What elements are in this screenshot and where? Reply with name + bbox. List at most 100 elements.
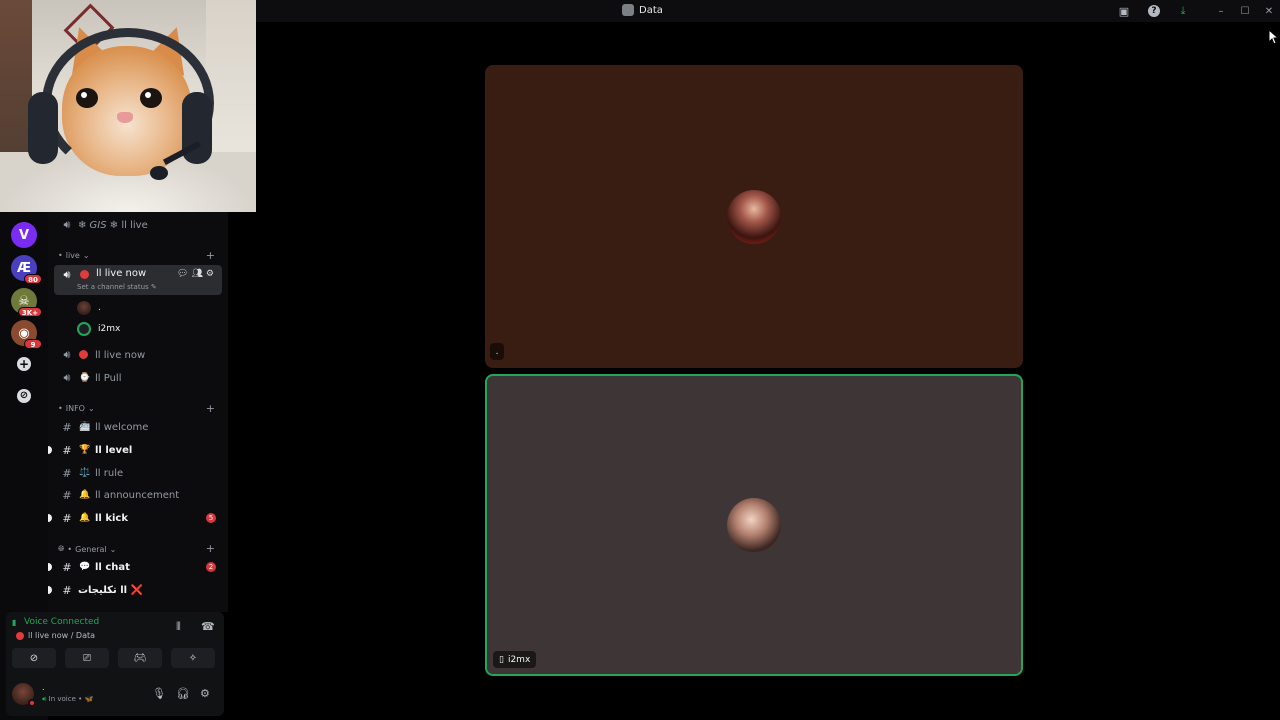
headset-earcup xyxy=(28,92,58,164)
category-info[interactable]: • INFO ⌄ xyxy=(58,404,95,413)
soundboard-button[interactable]: ✧ xyxy=(171,648,215,668)
channel-name: اا Pull xyxy=(95,372,122,384)
channel-rule[interactable]: # ⚖️ اا rule xyxy=(48,463,228,483)
participant-tile-speaking[interactable]: ▯ i2mx xyxy=(485,374,1023,676)
add-server-icon[interactable]: + xyxy=(11,351,37,377)
chevron-down-icon: ⌄ xyxy=(109,544,117,554)
headset-mic xyxy=(150,166,168,180)
mention-badge: 3K+ xyxy=(17,307,42,317)
hashtag-icon: # xyxy=(62,466,72,480)
inbox-icon[interactable]: ▣ xyxy=(1117,4,1131,18)
explore-icon[interactable]: ⊘ xyxy=(11,383,37,409)
channel-level[interactable]: # 🏆 اا level xyxy=(48,440,228,460)
mention-badge: 9 xyxy=(24,339,42,349)
channel-name: اا welcome xyxy=(95,421,149,433)
channel-welcome[interactable]: # 🚈 اا welcome xyxy=(48,417,228,437)
microphone-icon[interactable]: 🎙︎ xyxy=(152,687,166,700)
minimize-icon[interactable]: – xyxy=(1214,4,1228,18)
live-dot xyxy=(80,270,89,279)
member-name: i2mx xyxy=(98,324,121,334)
voice-member[interactable]: . xyxy=(77,301,101,315)
headphones-icon[interactable]: 🎧︎ xyxy=(176,687,190,700)
channel-pull[interactable]: 🔊︎ ⌚ اا Pull xyxy=(48,368,228,388)
category-dot: • xyxy=(58,251,63,260)
add-channel-icon[interactable]: + xyxy=(206,542,215,555)
window-title: Data xyxy=(622,4,663,16)
channel-emoji: 🔔 xyxy=(79,490,91,500)
channel-kick[interactable]: # 🔔 اا kick 5 xyxy=(48,508,228,528)
hashtag-icon: # xyxy=(62,420,72,434)
globe-icon: 🌐︎ xyxy=(58,544,65,553)
live-dot xyxy=(79,350,88,359)
channel-name: اا تكليجات ❌ xyxy=(78,584,144,596)
mention-badge: 2 xyxy=(206,562,216,572)
camera-off-icon: ⊘ xyxy=(29,652,39,664)
participant-avatar xyxy=(727,498,781,552)
username[interactable]: . xyxy=(42,683,45,692)
hashtag-icon: # xyxy=(62,488,72,502)
mouse-cursor-icon xyxy=(1268,29,1278,45)
mention-badge: 5 xyxy=(206,513,216,523)
server-3k[interactable]: ☠ 3K+ xyxy=(11,288,42,317)
channel-emoji: 🏆 xyxy=(79,445,91,455)
channel-name: اا live now xyxy=(96,268,147,279)
user-panel: . 🔊︎ In voice • 🦋 🎙︎ 🎧︎ ⚙ xyxy=(6,678,224,714)
activity-icon: 🎮︎ xyxy=(133,652,147,664)
status-badge xyxy=(28,699,36,707)
channel-chat[interactable]: # 💬 اا chat 2 xyxy=(48,557,228,577)
camera-off-button[interactable]: ⊘ xyxy=(12,648,56,668)
add-channel-icon[interactable]: + xyxy=(206,402,215,415)
server-ae[interactable]: Æ 80 xyxy=(11,255,42,284)
mobile-icon: ▯ xyxy=(499,654,504,665)
webcam-overlay xyxy=(0,0,256,212)
category-dot: • xyxy=(58,404,63,413)
participant-tag: . xyxy=(490,343,504,360)
channel-live-now[interactable]: 🔊︎ اا live now xyxy=(48,345,228,365)
channel-status[interactable]: Set a channel status ✎ xyxy=(77,283,157,291)
voice-member[interactable]: i2mx xyxy=(77,322,120,336)
voice-location[interactable]: اا live now / Data xyxy=(16,631,95,640)
category-dot: • xyxy=(67,544,73,554)
help-icon[interactable]: ? xyxy=(1147,4,1161,18)
download-icon[interactable]: ⤓ xyxy=(1176,4,1190,18)
disconnect-icon[interactable]: ☎ xyxy=(201,620,215,633)
close-icon[interactable]: ✕ xyxy=(1262,4,1276,18)
channel-prefix: ❄ GIS ❄ xyxy=(78,219,119,231)
invite-icon[interactable]: 👥︎ xyxy=(191,269,202,279)
channel-name: اا chat xyxy=(95,561,130,573)
cat-eye xyxy=(76,88,98,108)
add-channel-icon[interactable]: + xyxy=(206,249,215,262)
channel-gis-live[interactable]: 🔊︎ ❄ GIS ❄ اا live xyxy=(48,215,228,235)
unread-indicator xyxy=(48,446,52,454)
speaker-icon: 🔊︎ xyxy=(63,268,71,281)
gear-icon[interactable]: ⚙ xyxy=(200,687,210,700)
activity-button[interactable]: 🎮︎ xyxy=(118,648,162,668)
participant-name: i2mx xyxy=(507,654,531,665)
noise-suppression-icon[interactable]: ⦀ xyxy=(176,620,181,634)
hashtag-icon: # xyxy=(62,443,72,457)
gear-icon[interactable]: ⚙ xyxy=(206,269,214,279)
server-icon xyxy=(622,4,634,16)
channel-emoji: 🔔 xyxy=(79,513,91,523)
cat-eye xyxy=(140,88,162,108)
participant-tile[interactable]: . xyxy=(485,65,1023,368)
server-photo[interactable]: ◉ 9 xyxy=(11,320,42,349)
channel-announcement[interactable]: # 🔔 اا announcement xyxy=(48,485,228,505)
maximize-icon[interactable]: ☐ xyxy=(1238,4,1252,18)
live-icon xyxy=(79,350,88,362)
screen-share-button[interactable]: ⎚ xyxy=(65,648,109,668)
hashtag-icon: # xyxy=(62,560,72,574)
user-subtitle-text: In voice • 🦋 xyxy=(48,695,94,703)
channel-name: اا live xyxy=(121,219,148,231)
avatar[interactable] xyxy=(12,683,36,707)
soundboard-icon: ✧ xyxy=(188,652,198,664)
chat-icon[interactable]: 💬︎ xyxy=(177,269,188,279)
category-live[interactable]: • live ⌄ xyxy=(58,251,90,260)
category-general[interactable]: 🌐︎ • General ⌄ xyxy=(58,544,116,554)
channel-name: اا announcement xyxy=(95,489,180,501)
voice-status[interactable]: Voice Connected xyxy=(24,617,99,627)
server-v[interactable]: V xyxy=(11,222,37,248)
channel-clips[interactable]: # اا تكليجات ❌ xyxy=(48,580,228,600)
category-label: live xyxy=(65,251,80,260)
channel-emoji: ⚖️ xyxy=(79,468,91,478)
